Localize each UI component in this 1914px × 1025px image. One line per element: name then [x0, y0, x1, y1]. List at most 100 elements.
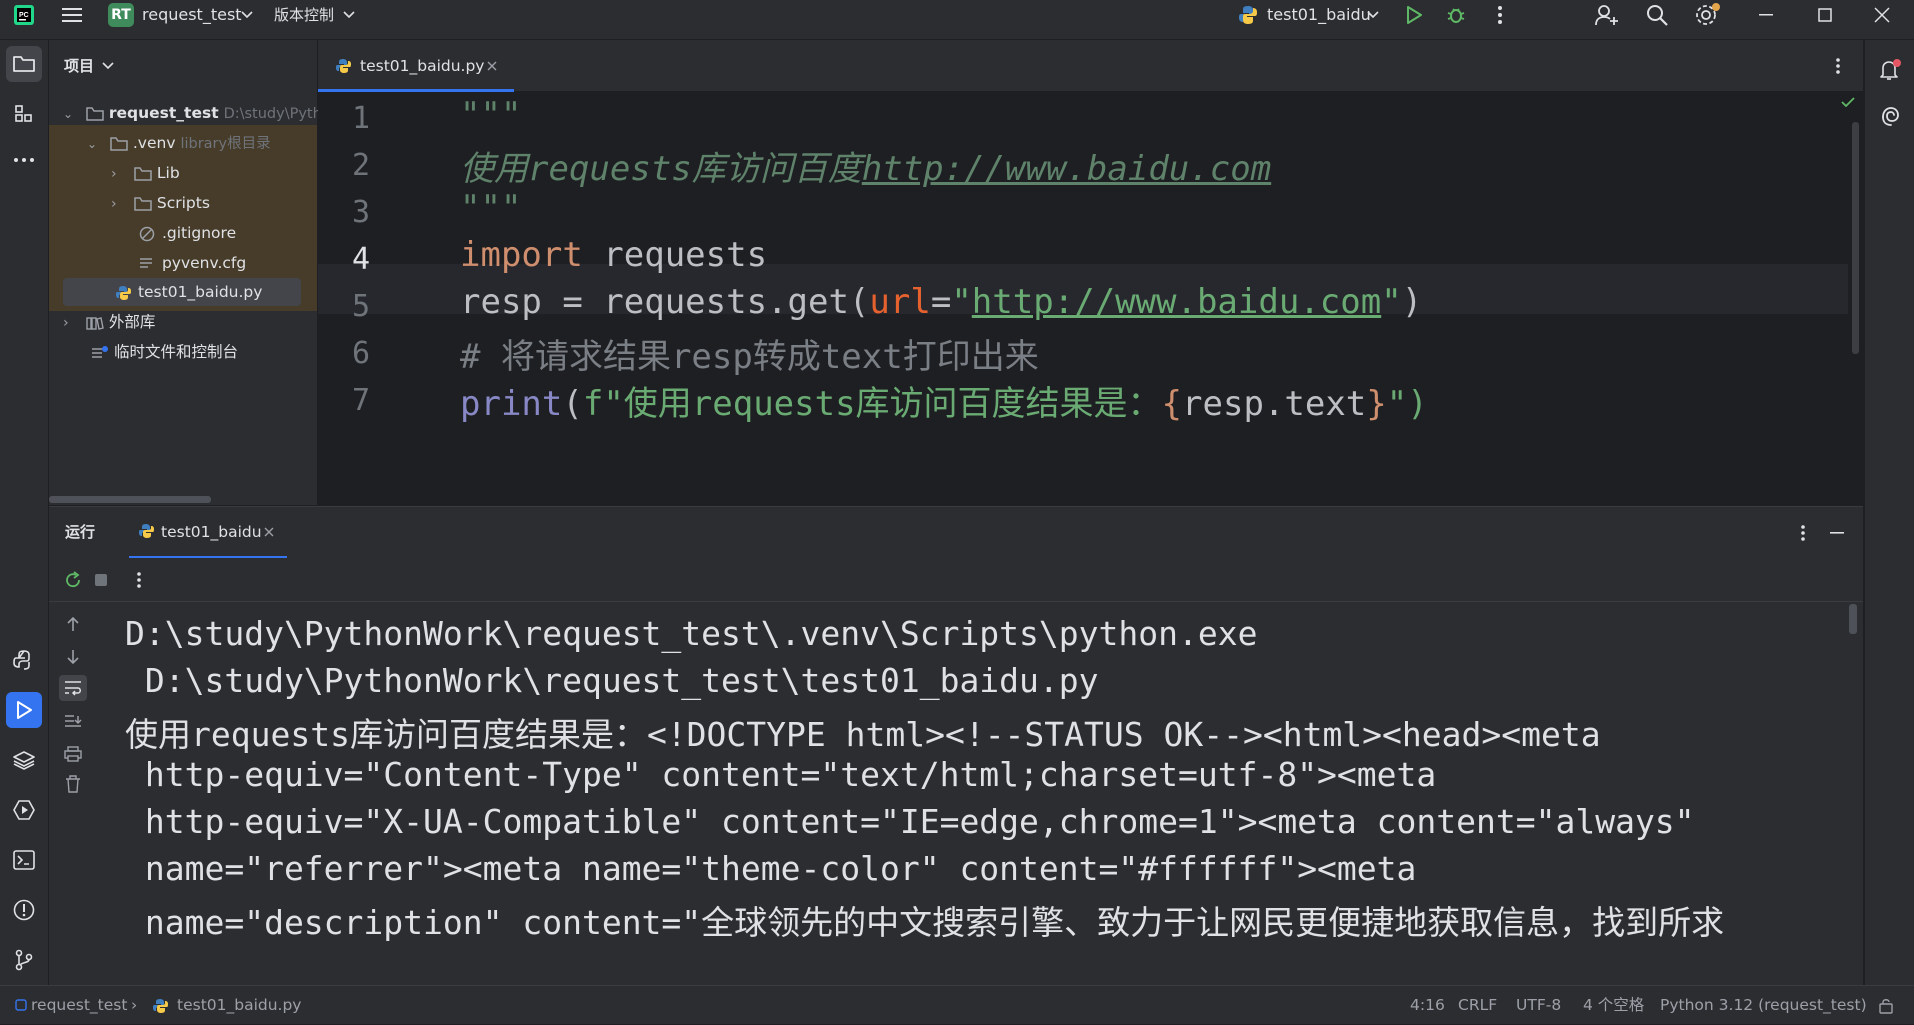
python-icon	[334, 56, 354, 76]
breadcrumb-project[interactable]: request_test	[31, 986, 127, 1025]
editor-scrollbar[interactable]	[1852, 122, 1859, 354]
run-panel-title: 运行	[65, 523, 96, 541]
string-quote: "	[1381, 282, 1402, 322]
run-icon[interactable]	[1402, 3, 1426, 27]
library-icon	[86, 316, 104, 330]
code-token: =	[930, 282, 952, 322]
close-icon[interactable]	[484, 58, 500, 74]
fstring-brace: {	[1161, 384, 1183, 424]
console-line: name="referrer"><meta name="theme-color"…	[125, 849, 1417, 888]
structure-icon[interactable]	[6, 96, 42, 132]
arrow-up-icon[interactable]	[61, 612, 85, 636]
check-icon[interactable]	[1838, 92, 1858, 112]
scratches-icon	[91, 345, 109, 361]
code-token: (	[562, 384, 583, 424]
soft-wrap-icon[interactable]	[59, 675, 87, 701]
title-bar: PC RT request_test 版本控制 test01_baidu	[0, 0, 1914, 40]
project-badge[interactable]: RT	[108, 3, 134, 27]
chevron-down-icon[interactable]	[101, 59, 115, 73]
indent-setting[interactable]: 4 个空格	[1583, 986, 1644, 1025]
tree-item-external-libraries[interactable]: › 外部库	[63, 308, 155, 336]
close-icon[interactable]	[261, 524, 277, 540]
run-tool-icon[interactable]	[6, 692, 42, 728]
add-user-icon[interactable]	[1594, 2, 1620, 28]
more-vertical-icon[interactable]	[1488, 3, 1512, 27]
layers-icon[interactable]	[6, 742, 42, 778]
fstring-end: ")	[1386, 384, 1428, 424]
folder-icon	[110, 136, 128, 151]
services-icon[interactable]	[6, 792, 42, 828]
pycharm-logo-icon[interactable]: PC	[12, 4, 36, 26]
run-tab-test01-baidu[interactable]: test01_baidu	[129, 507, 287, 559]
line-separator[interactable]: CRLF	[1458, 986, 1497, 1025]
right-tool-strip	[1864, 40, 1914, 985]
code-editor[interactable]: 1 2 3 4 5 6 7 """ 使用requests库访问百度http://…	[318, 92, 1863, 505]
arrow-down-icon[interactable]	[61, 645, 85, 669]
string-url[interactable]: http://www.baidu.com	[972, 282, 1381, 322]
chevron-down-icon[interactable]	[240, 8, 254, 22]
close-icon[interactable]	[1870, 3, 1894, 27]
notifications-icon[interactable]	[1872, 52, 1908, 88]
tree-item-test01-baidu[interactable]: test01_baidu.py	[115, 278, 262, 306]
more-horizontal-icon[interactable]	[6, 146, 42, 174]
folder-icon[interactable]	[6, 46, 42, 82]
python-console-icon[interactable]	[6, 642, 42, 678]
project-switcher[interactable]: request_test	[142, 0, 242, 30]
code-line-1: """	[460, 95, 522, 135]
console-scrollbar[interactable]	[1849, 604, 1857, 634]
docstring-url[interactable]: http://www.baidu.com	[862, 149, 1271, 189]
tree-item-gitignore[interactable]: .gitignore	[139, 219, 236, 247]
debug-icon[interactable]	[1444, 3, 1468, 27]
param-url: url	[869, 282, 931, 322]
run-config-selector[interactable]: test01_baidu	[1267, 0, 1371, 30]
cursor-position[interactable]: 4:16	[1410, 986, 1445, 1025]
string-quote: "	[951, 282, 972, 322]
tree-item-lib[interactable]: › Lib	[111, 159, 180, 187]
tree-item-venv[interactable]: ⌄ .venv library根目录	[87, 129, 271, 157]
tab-test01-baidu[interactable]: test01_baidu.py	[318, 40, 514, 92]
code-line-6: # 将请求结果resp转成text打印出来	[460, 337, 1039, 377]
project-panel-title[interactable]: 项目	[64, 55, 94, 76]
tree-item-scripts[interactable]: › Scripts	[111, 189, 210, 217]
builtin-print: print	[460, 384, 563, 424]
chevron-down-icon[interactable]	[1366, 8, 1380, 22]
git-icon[interactable]	[6, 942, 42, 978]
tree-item-scratches[interactable]: 临时文件和控制台	[91, 338, 238, 366]
folder-icon	[86, 106, 104, 121]
code-line-3: """	[460, 188, 522, 228]
breadcrumb-file[interactable]: test01_baidu.py	[177, 986, 301, 1025]
minimize-panel-icon[interactable]	[1825, 521, 1849, 545]
python-interpreter[interactable]: Python 3.12 (request_test)	[1660, 986, 1867, 1025]
search-icon[interactable]	[1644, 2, 1670, 28]
project-panel: 项目 ⌄ request_test D:\study\PythonWork\re…	[49, 40, 472, 505]
stop-icon[interactable]	[89, 568, 113, 592]
trash-icon[interactable]	[61, 772, 85, 796]
docstring-text: 使用requests库访问百度	[460, 149, 862, 189]
tree-item-pyvenv-cfg[interactable]: pyvenv.cfg	[139, 249, 246, 277]
file-encoding[interactable]: UTF-8	[1516, 986, 1561, 1025]
python-icon	[115, 285, 133, 301]
vcs-menu[interactable]: 版本控制	[274, 0, 334, 30]
run-console[interactable]: D:\study\PythonWork\request_test\.venv\S…	[49, 602, 1863, 985]
line-number: 5	[351, 289, 370, 324]
minimize-icon[interactable]	[1754, 3, 1778, 27]
ai-assistant-icon[interactable]	[1872, 98, 1908, 134]
rerun-icon[interactable]	[61, 568, 85, 592]
terminal-icon[interactable]	[6, 842, 42, 878]
problems-icon[interactable]	[6, 892, 42, 928]
python-icon	[1236, 4, 1260, 26]
hamburger-menu-icon[interactable]	[60, 4, 84, 26]
settings-icon[interactable]	[1694, 2, 1722, 28]
maximize-icon[interactable]	[1813, 3, 1837, 27]
console-line: 使用requests库访问百度结果是：<!DOCTYPE html><!--ST…	[125, 715, 1601, 754]
print-icon[interactable]	[61, 742, 85, 766]
more-vertical-icon[interactable]	[127, 568, 151, 592]
project-scrollbar[interactable]	[49, 496, 211, 503]
scroll-end-icon[interactable]	[61, 710, 85, 734]
svg-text:PC: PC	[19, 12, 29, 19]
more-vertical-icon[interactable]	[1826, 54, 1850, 78]
more-vertical-icon[interactable]	[1791, 521, 1815, 545]
chevron-down-icon[interactable]	[342, 8, 356, 22]
line-number: 1	[351, 101, 370, 136]
lock-icon[interactable]	[1876, 996, 1896, 1016]
